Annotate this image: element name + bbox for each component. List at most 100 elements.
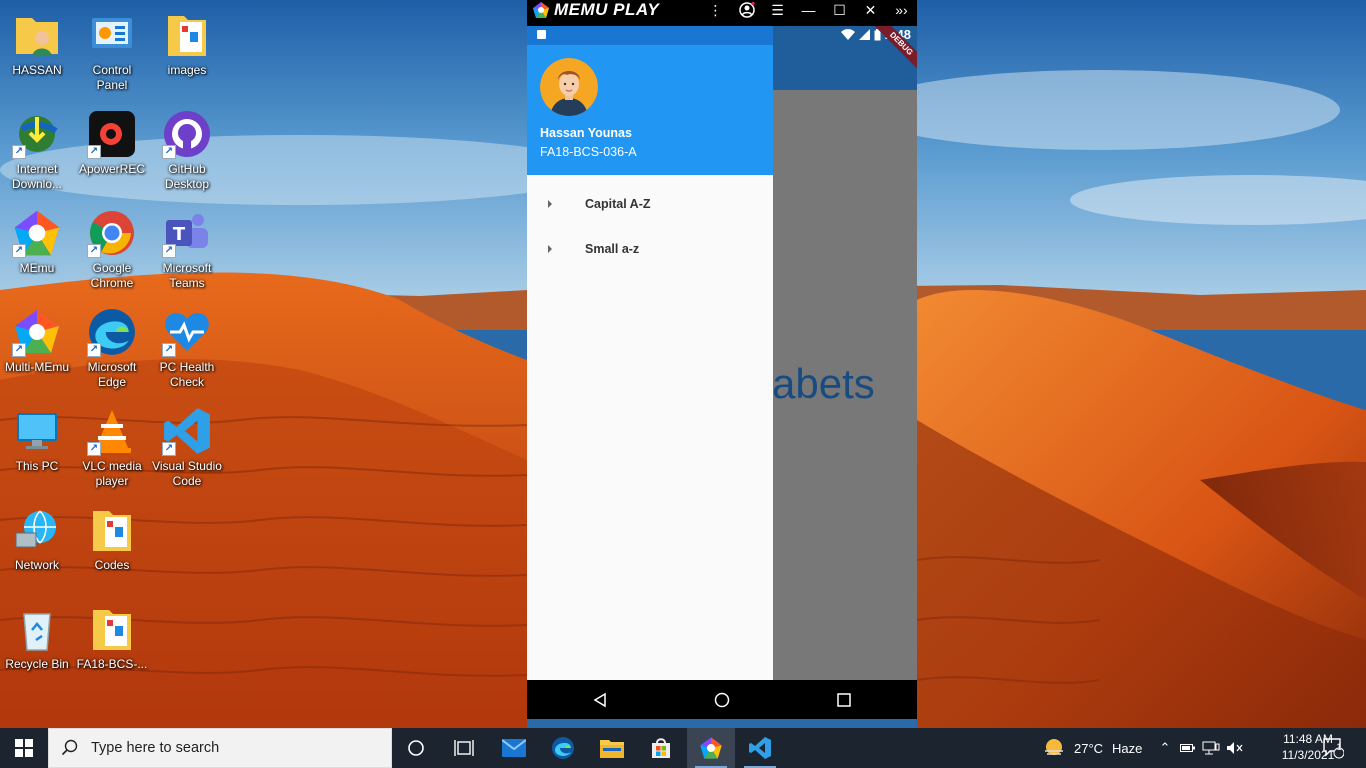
store-icon (652, 738, 670, 758)
kebab-menu-icon[interactable]: ⋮ (700, 0, 731, 20)
recycle-bin-icon (12, 604, 62, 654)
desktop-icon-label: images (167, 63, 207, 77)
weather-text: Haze (1112, 740, 1143, 756)
taskbar-vscode[interactable] (736, 728, 784, 768)
svg-text:T: T (173, 224, 186, 245)
shortcut-arrow-icon: ↗ (12, 145, 26, 159)
drawer-item-capital[interactable]: Capital A-Z (527, 182, 773, 226)
drawer-item-label: Capital A-Z (585, 197, 651, 211)
folder-icon (162, 10, 212, 60)
desktop-icon[interactable]: T ↗ Microsoft Teams (149, 204, 225, 296)
desktop-icon[interactable]: ↗ Microsoft Edge (74, 303, 150, 395)
desktop-icon[interactable]: Network (0, 501, 75, 593)
start-button[interactable] (0, 728, 48, 768)
drawer-user-id: FA18-BCS-036-A (540, 145, 637, 159)
taskbar-edge[interactable] (539, 728, 587, 768)
desktop-icon[interactable]: ↗ Google Chrome (74, 204, 150, 296)
desktop-icon[interactable]: ↗ MEmu (0, 204, 75, 296)
desktop-icon[interactable]: ↗ Visual Studio Code (149, 402, 225, 494)
app-body-title: abets (772, 360, 875, 407)
action-center-button[interactable]: 1 (1322, 728, 1344, 768)
shortcut-arrow-icon: ↗ (162, 442, 176, 456)
desktop-icon-label: Google Chrome (90, 261, 134, 290)
caret-right-icon (548, 245, 552, 253)
desktop-icon-label: Internet Downlo... (11, 162, 63, 191)
volume-muted-icon[interactable] (1226, 741, 1244, 755)
wifi-icon (840, 29, 855, 40)
taskbar-store[interactable] (637, 728, 685, 768)
memu-logo: MEMU PLAY (532, 0, 659, 20)
avatar[interactable] (540, 58, 598, 116)
desktop-icon[interactable]: ↗ Internet Downlo... (0, 105, 75, 197)
desktop-icon-label: Control Panel (92, 63, 132, 92)
taskbar-mail[interactable] (490, 728, 538, 768)
cortana-icon (408, 740, 424, 756)
desktop-icon[interactable]: ↗ PC Health Check (149, 303, 225, 395)
home-icon[interactable] (692, 680, 752, 719)
drawer-user-name: Hassan Younas (540, 126, 632, 140)
desktop-icon[interactable]: ↗ Multi-MEmu (0, 303, 75, 395)
desktop-icon[interactable]: images (149, 6, 225, 98)
maximize-icon[interactable]: ☐ (824, 0, 855, 20)
minimize-icon[interactable]: — (793, 0, 824, 20)
shortcut-arrow-icon: ↗ (162, 343, 176, 357)
desktop-icon-label: VLC media player (82, 459, 142, 488)
navigation-drawer: Hassan Younas FA18-BCS-036-A Capital A-Z… (527, 26, 773, 680)
desktop-icon-label: ApowerREC (78, 162, 146, 176)
shortcut-arrow-icon: ↗ (12, 244, 26, 258)
desktop-icon[interactable]: Recycle Bin (0, 600, 75, 692)
back-icon[interactable] (570, 680, 630, 719)
cortana-button[interactable] (392, 728, 440, 768)
android-nav-bar (527, 680, 917, 719)
desktop-icon-label: Network (14, 558, 59, 572)
desktop-icon[interactable]: Codes (74, 501, 150, 593)
apowerrec-icon: ↗ (87, 109, 137, 159)
desktop-icon[interactable]: This PC (0, 402, 75, 494)
desktop-icon-label: Visual Studio Code (152, 459, 222, 488)
desktop-icon[interactable]: HASSAN (0, 6, 75, 98)
desktop-icon-label: Microsoft Teams (162, 261, 212, 290)
memu-titlebar[interactable]: MEMU PLAY ⋮ ☰ — ☐ ✕ »› (527, 0, 917, 20)
search-icon (61, 739, 78, 756)
desktop-icon-label: Multi-MEmu (4, 360, 69, 374)
folder-icon (87, 604, 137, 654)
hamburger-menu-icon[interactable]: ☰ (762, 0, 793, 20)
desktop-icon[interactable]: ↗ GitHub Desktop (149, 105, 225, 197)
desktop-icon[interactable]: ↗ VLC media player (74, 402, 150, 494)
taskbar-search-box[interactable]: Type here to search (48, 728, 392, 768)
folder-icon (87, 505, 137, 555)
multi-memu-icon: ↗ (12, 307, 62, 357)
shortcut-arrow-icon: ↗ (87, 145, 101, 159)
idm-icon: ↗ (12, 109, 62, 159)
network-icon[interactable] (1202, 741, 1220, 755)
recents-icon[interactable] (814, 680, 874, 719)
drawer-item-label: Small a-z (585, 242, 640, 256)
task-view-icon (454, 740, 474, 756)
mail-icon (502, 739, 526, 757)
desktop-icon-label: HASSAN (12, 63, 62, 77)
chevron-up-icon[interactable]: ⌃ (1156, 740, 1174, 756)
windows-logo-icon (15, 739, 33, 757)
desktop-icon[interactable]: Control Panel (74, 6, 150, 98)
battery-icon[interactable] (1180, 742, 1196, 754)
search-placeholder: Type here to search (91, 740, 220, 756)
memu-icon (700, 737, 722, 759)
edge-icon (552, 737, 574, 759)
desktop-icon-label: Codes (94, 558, 130, 572)
desktop-icon[interactable]: FA18-BCS-... (74, 600, 150, 692)
close-icon[interactable]: ✕ (855, 0, 886, 20)
weather-widget[interactable]: 27°C Haze (1043, 728, 1142, 768)
drawer-item-small[interactable]: Small a-z (527, 227, 773, 271)
account-icon[interactable] (731, 0, 762, 20)
expand-sidebar-icon[interactable]: »› (886, 0, 917, 20)
desktop-icon-label: This PC (15, 459, 59, 473)
edge-icon: ↗ (87, 307, 137, 357)
weather-temp: 27°C (1074, 740, 1104, 756)
task-view-button[interactable] (440, 728, 488, 768)
drawer-header: Hassan Younas FA18-BCS-036-A (527, 45, 773, 175)
taskbar-memu[interactable] (687, 728, 735, 768)
taskbar-file-explorer[interactable] (588, 728, 636, 768)
vlc-icon: ↗ (87, 406, 137, 456)
desktop-icon-label: Recycle Bin (5, 657, 69, 671)
desktop-icon[interactable]: ↗ ApowerREC (74, 105, 150, 197)
